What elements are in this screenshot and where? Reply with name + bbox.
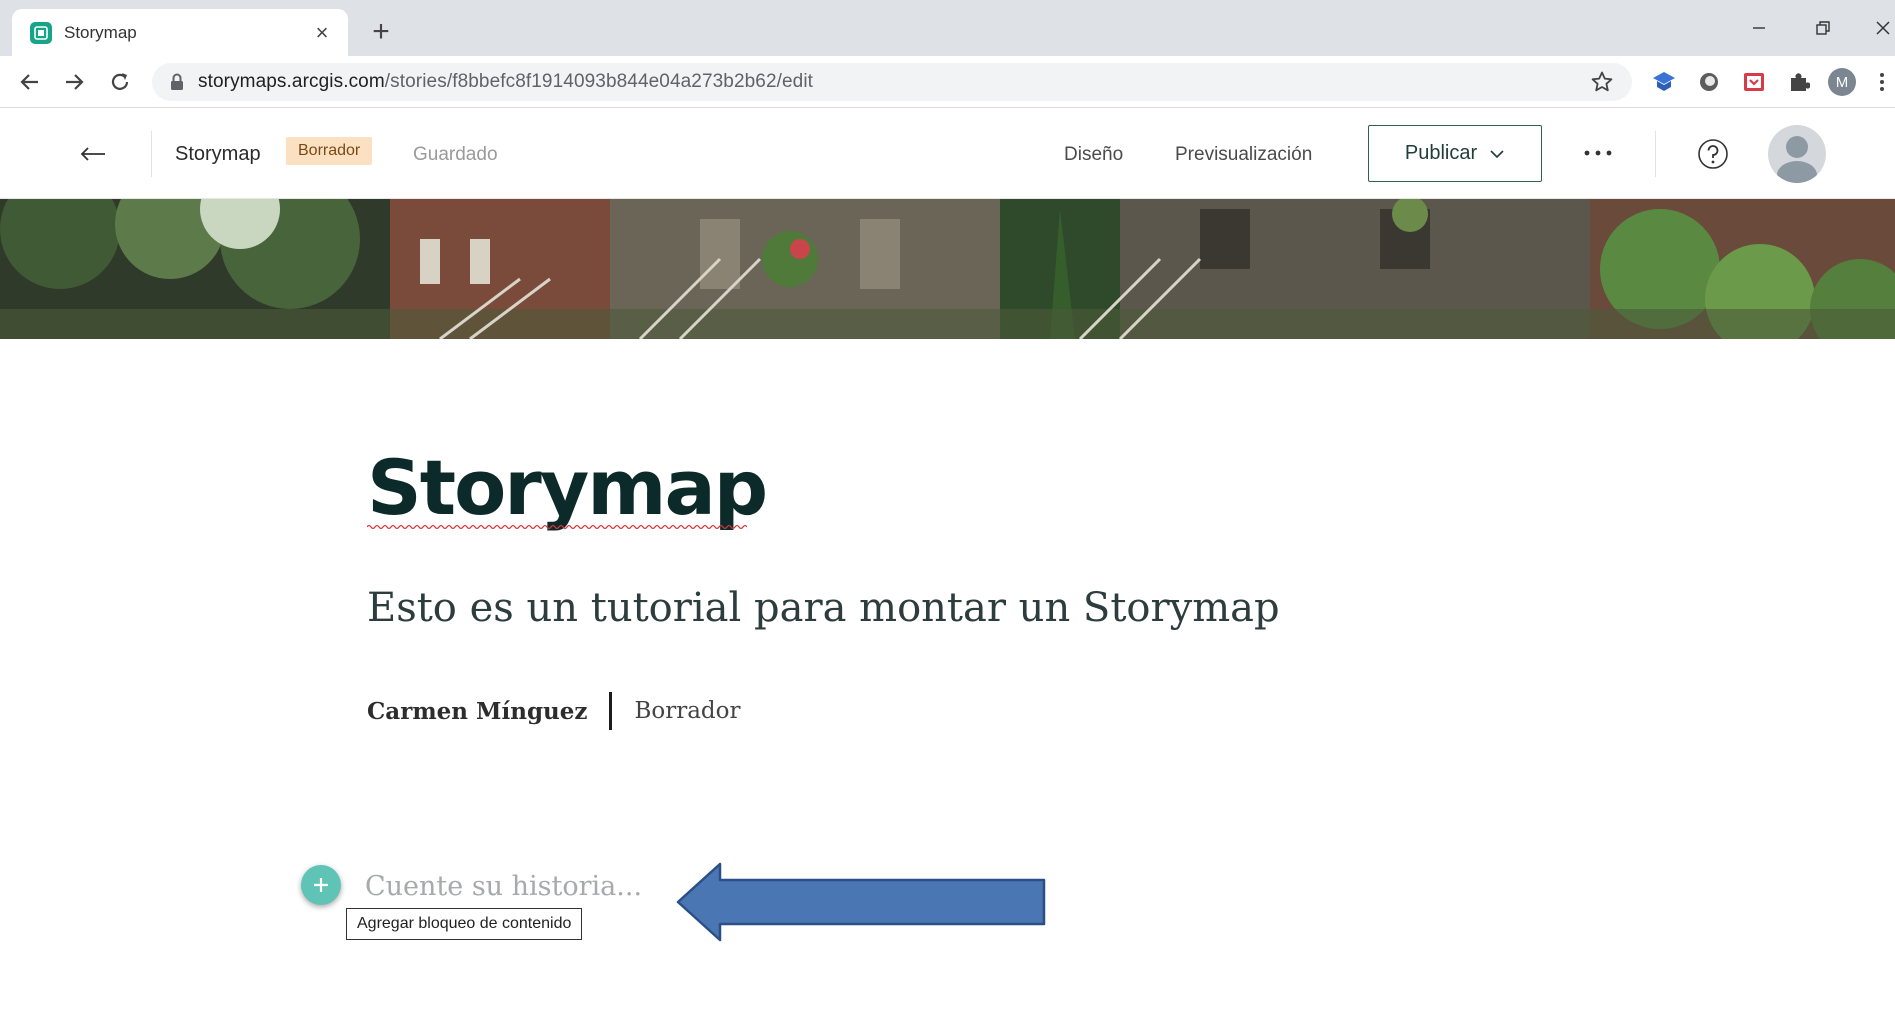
lock-icon (170, 73, 184, 91)
byline: Carmen Mínguez Borrador (367, 692, 740, 730)
add-block-tooltip: Agregar bloqueo de contenido (346, 908, 583, 940)
byline-divider (609, 692, 613, 730)
design-link[interactable]: Diseño (1064, 144, 1123, 166)
circle-extension-icon[interactable] (1695, 68, 1723, 96)
publish-button[interactable]: Publicar (1368, 125, 1542, 182)
tab-title: Storymap (64, 22, 137, 42)
author-name[interactable]: Carmen Mínguez (367, 698, 587, 725)
tab-close-icon[interactable]: × (310, 20, 334, 46)
spellcheck-underline (367, 524, 747, 530)
saved-status: Guardado (413, 144, 498, 165)
annotation-arrow-icon (676, 862, 1046, 942)
window-close-icon[interactable] (1860, 12, 1895, 44)
header-story-title: Storymap (175, 143, 261, 165)
graduation-cap-extension-icon[interactable] (1650, 68, 1678, 96)
new-tab-button[interactable]: + (366, 14, 396, 50)
plus-icon (314, 878, 328, 892)
story-subtitle[interactable]: Esto es un tutorial para montar un Story… (367, 585, 1280, 631)
minimize-icon[interactable] (1736, 12, 1782, 44)
cover-image (0, 199, 1895, 339)
publish-label: Publicar (1404, 142, 1478, 164)
browser-tab-bar: Storymap × + (0, 0, 1895, 56)
header-divider (1655, 131, 1656, 177)
chevron-down-icon (1489, 142, 1505, 165)
star-icon[interactable] (1590, 70, 1614, 99)
forward-icon[interactable] (58, 66, 90, 98)
address-bar[interactable]: storymaps.arcgis.com/stories/f8bbefc8f19… (152, 63, 1632, 101)
browser-toolbar: storymaps.arcgis.com/stories/f8bbefc8f19… (0, 56, 1895, 108)
header-divider (151, 131, 152, 177)
storymaps-favicon-icon (30, 21, 52, 44)
story-title[interactable]: Storymap (367, 450, 768, 526)
help-icon[interactable] (1696, 137, 1730, 171)
pocket-extension-icon[interactable] (1740, 68, 1768, 96)
preview-link[interactable]: Previsualización (1175, 144, 1312, 166)
restore-icon[interactable] (1800, 12, 1846, 44)
profile-avatar[interactable]: M (1828, 68, 1856, 96)
story-status: Borrador (634, 698, 741, 724)
draft-badge: Borrador (286, 137, 373, 165)
add-content-block-button[interactable] (301, 865, 341, 905)
reload-icon[interactable] (104, 66, 136, 98)
more-options-icon[interactable] (1578, 133, 1618, 173)
user-avatar[interactable] (1768, 125, 1826, 183)
browser-tab[interactable]: Storymap × (12, 9, 348, 56)
back-icon[interactable] (14, 66, 46, 98)
puzzle-icon[interactable] (1785, 68, 1813, 96)
storymap-header: Storymap Borrador Guardado Diseño Previs… (0, 109, 1895, 199)
back-arrow-icon[interactable] (78, 139, 108, 169)
url-text: storymaps.arcgis.com/stories/f8bbefc8f19… (198, 71, 814, 92)
browser-menu-icon[interactable] (1872, 68, 1892, 96)
